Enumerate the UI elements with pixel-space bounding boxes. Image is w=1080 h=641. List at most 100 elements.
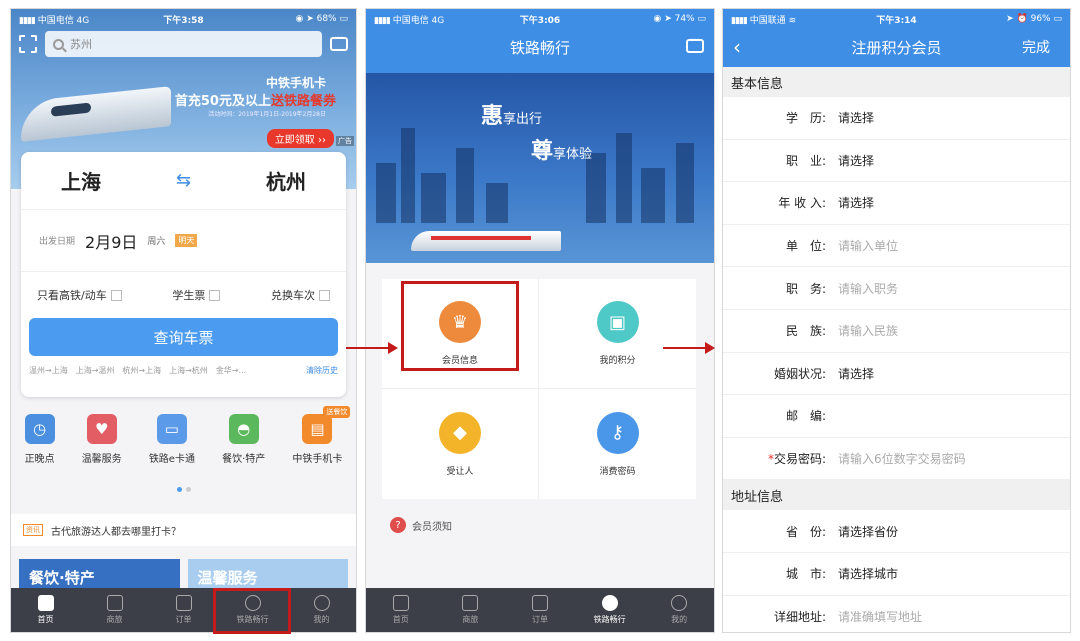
news-tag: 资讯 <box>23 524 43 536</box>
order-icon <box>175 595 192 611</box>
home-icon <box>392 595 409 611</box>
field-employer[interactable]: 单 位: 请输入单位 <box>723 225 1070 268</box>
quick-item-delay[interactable]: ◷ 正晚点 <box>24 414 55 484</box>
news-text: 古代旅游达人都去哪里打卡？ <box>51 526 181 538</box>
consumption-password-button[interactable]: ⚷ 消费密码 <box>539 389 696 499</box>
weekday: 周六 <box>147 237 166 247</box>
page-indicator <box>176 487 191 492</box>
tab-orders[interactable]: 订单 <box>154 595 214 625</box>
page-title: 铁路畅行 <box>509 39 570 57</box>
ad-banner[interactable]: 中铁手机卡 首充50元及以上送铁路餐券 活动时间：2019年1月1日-2019年… <box>11 64 356 159</box>
date-label: 出发日期 <box>39 237 76 247</box>
field-marital-status[interactable]: 婚姻状况: 请选择 <box>723 353 1070 396</box>
quick-item-simcard[interactable]: ▤ 中铁手机卡 送餐饮 <box>292 406 351 484</box>
tab-home[interactable]: 首页 <box>16 595 76 625</box>
quick-item-food[interactable]: ◓ 餐饮·特产 <box>222 414 265 484</box>
diamond-icon: ◆ <box>439 411 481 454</box>
field-province[interactable]: 省 份: 请选择省份 <box>723 510 1070 553</box>
user-icon <box>313 595 330 611</box>
user-icon <box>671 595 688 611</box>
query-tickets-button[interactable]: 查询车票 <box>29 318 338 356</box>
phone-home-screen: ▮▮▮▮ 中国电信 4G 下午3:58 ◉ ➤ 68% ▭ 苏州 中铁手机卡 首… <box>10 8 357 633</box>
status-bar: ▮▮▮▮ 中国联通 ≋ 下午3:14 ➤ ⏰ 96% ▭ <box>731 14 1062 26</box>
claim-now-button[interactable]: 立即领取 ›› <box>266 129 334 148</box>
member-notice-link[interactable]: ? 会员须知 <box>390 517 452 533</box>
tab-home[interactable]: 首页 <box>371 595 431 625</box>
slogan-line-2: 尊享体验 <box>531 138 593 164</box>
highlight-tab-rail-pass <box>213 588 291 634</box>
status-bar: ▮▮▮▮ 中国电信 4G 下午3:06 ◉ ➤ 74% ▭ <box>374 14 706 26</box>
news-item[interactable]: 资讯 古代旅游达人都去哪里打卡？ <box>11 514 356 546</box>
tab-orders[interactable]: 订单 <box>510 595 570 625</box>
home-icon <box>37 595 54 611</box>
filter-options: 只看高铁/动车 学生票 兑换车次 <box>21 272 346 318</box>
history-item[interactable]: 温州→上海 <box>29 365 68 376</box>
to-city[interactable]: 杭州 <box>266 166 306 195</box>
slogan-line-1: 惠享出行 <box>481 103 543 129</box>
heart-icon: ♥ <box>86 414 117 444</box>
swap-icon[interactable]: ⇆ <box>176 170 191 191</box>
quick-access-grid: ◷ 正晚点 ♥ 温馨服务 ▭ 铁路e卡通 ◓ 餐饮·特产 ▤ 中铁手机卡 送餐饮 <box>11 406 356 484</box>
tab-business[interactable]: 商旅 <box>85 595 145 625</box>
page-title: 注册积分会员 <box>851 39 942 57</box>
quick-item-service[interactable]: ♥ 温馨服务 <box>82 414 122 484</box>
tab-mine[interactable]: 我的 <box>649 595 709 625</box>
phone-register-screen: ▮▮▮▮ 中国联通 ≋ 下午3:14 ➤ ⏰ 96% ▭ ‹ 注册积分会员 完成… <box>722 8 1071 633</box>
search-history: 温州→上海 上海→温州 杭州→上海 上海→杭州 金华→... 清除历史 <box>21 356 346 384</box>
gift-icon: ▣ <box>596 301 639 343</box>
highlight-member-info <box>401 281 519 371</box>
bottom-tab-bar: 首页 商旅 订单 铁路畅行 我的 <box>11 588 356 632</box>
history-item[interactable]: 上海→杭州 <box>169 365 208 376</box>
field-ethnicity[interactable]: 民 族: 请输入民族 <box>723 310 1070 353</box>
field-postcode[interactable]: 邮 编: <box>723 395 1070 438</box>
key-icon: ⚷ <box>596 411 639 454</box>
date-value: 2月9日 <box>85 232 138 252</box>
date-picker[interactable]: 出发日期 2月9日 周六 明天 <box>21 210 346 272</box>
clear-history-link[interactable]: 清除历史 <box>306 365 338 376</box>
field-city[interactable]: 城 市: 请选择城市 <box>723 553 1070 596</box>
option-exchange[interactable]: 兑换车次 <box>271 287 330 303</box>
train-image <box>411 231 561 251</box>
banner-title: 中铁手机卡 <box>265 76 326 90</box>
my-points-button[interactable]: ▣ 我的积分 <box>539 279 696 389</box>
done-button[interactable]: 完成 <box>1022 37 1050 57</box>
banner-date: 活动时间：2019年1月1日-2019年2月28日 <box>208 111 326 118</box>
scan-icon[interactable] <box>19 35 37 53</box>
search-row: 苏州 <box>11 29 356 59</box>
search-input[interactable]: 苏州 <box>45 31 322 57</box>
field-occupation[interactable]: 职 业: 请选择 <box>723 140 1070 183</box>
diamond-icon <box>601 595 618 611</box>
bottom-tab-bar: 首页 商旅 订单 铁路畅行 我的 <box>366 588 714 632</box>
tab-mine[interactable]: 我的 <box>292 595 352 625</box>
quick-item-ecard[interactable]: ▭ 铁路e卡通 <box>149 414 195 484</box>
field-trade-password[interactable]: *交易密码: 请输入6位数字交易密码 <box>723 438 1070 481</box>
option-highspeed[interactable]: 只看高铁/动车 <box>37 287 122 303</box>
message-icon[interactable] <box>686 35 704 53</box>
section-address-info: 地址信息 <box>723 480 1070 511</box>
message-icon[interactable] <box>330 33 348 51</box>
field-address[interactable]: 详细地址: 请准确填写地址 <box>723 596 1070 632</box>
option-student[interactable]: 学生票 <box>172 287 221 303</box>
tab-business[interactable]: 商旅 <box>440 595 500 625</box>
register-form: 基本信息 学 历: 请选择 职 业: 请选择 年 收 入: 请选择 单 位: 请输入单位… <box>723 67 1070 632</box>
history-item[interactable]: 上海→温州 <box>76 365 115 376</box>
flow-arrow-2 <box>663 341 715 355</box>
search-placeholder: 苏州 <box>70 38 92 51</box>
from-city[interactable]: 上海 <box>61 166 101 195</box>
field-education[interactable]: 学 历: 请选择 <box>723 97 1070 140</box>
rail-pass-banner: 惠享出行 尊享体验 <box>366 73 714 263</box>
briefcase-icon <box>106 595 123 611</box>
date-tag: 明天 <box>175 234 198 247</box>
field-position[interactable]: 职 务: 请输入职务 <box>723 267 1070 310</box>
history-item[interactable]: 金华→... <box>216 365 246 376</box>
question-icon: ? <box>390 517 406 533</box>
search-icon <box>53 38 64 50</box>
transferee-button[interactable]: ◆ 受让人 <box>382 389 539 499</box>
section-basic-info: 基本信息 <box>723 67 1070 97</box>
promo-badge: 送餐饮 <box>323 406 351 418</box>
field-income[interactable]: 年 收 入: 请选择 <box>723 182 1070 225</box>
status-bar: ▮▮▮▮ 中国电信 4G 下午3:58 ◉ ➤ 68% ▭ <box>19 14 348 26</box>
tab-rail-pass[interactable]: 铁路畅行 <box>580 595 640 625</box>
history-item[interactable]: 杭州→上海 <box>122 365 161 376</box>
briefcase-icon <box>462 595 479 611</box>
